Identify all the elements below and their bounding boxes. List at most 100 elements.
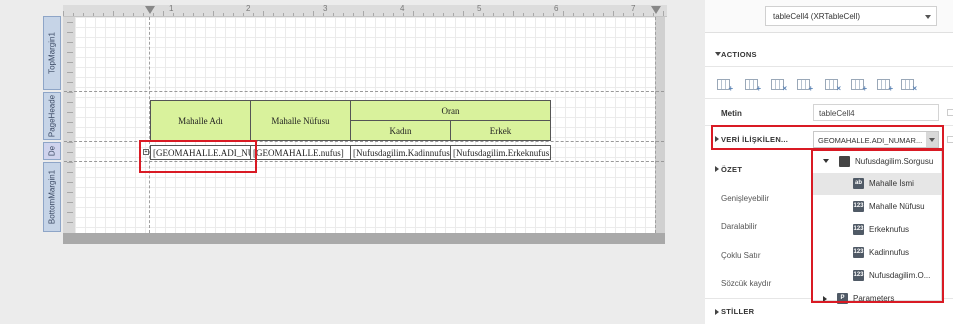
number-field-icon: 123	[853, 201, 864, 212]
ruler-tick	[423, 13, 424, 16]
tree-item-nufusdagilim-o[interactable]: 123 Nufusdagilim.O...	[813, 265, 941, 287]
ruler-tick	[253, 13, 254, 16]
ruler-tick	[533, 13, 534, 16]
band-tab-bottom-margin[interactable]: BottomMargin1	[43, 162, 61, 232]
ruler-tick	[383, 13, 384, 16]
ruler-label: 1	[169, 4, 174, 13]
data-binding-dropdown-button[interactable]	[926, 132, 938, 147]
band-tab-top-margin[interactable]: TopMargin1	[43, 16, 61, 90]
ruler-tick	[67, 132, 73, 133]
tree-item-kadinnufus[interactable]: 123 Kadinnufus	[813, 242, 941, 264]
ruler-tick	[643, 13, 644, 16]
ruler-tick	[123, 13, 124, 16]
ruler-tick	[93, 13, 94, 16]
tree-item-label: Kadinnufus	[869, 248, 910, 257]
metin-checkbox[interactable]	[947, 109, 953, 116]
ruler-tick	[67, 62, 73, 63]
tree-item-mahalle-nufusu[interactable]: 123 Mahalle Nüfusu	[813, 196, 941, 218]
insert-cell-icon[interactable]: +	[797, 79, 813, 93]
delete-row-icon[interactable]: ×	[771, 79, 787, 93]
ruler-tick	[443, 13, 444, 16]
number-field-icon: 123	[853, 270, 864, 281]
header-cell-mahalle-nufusu[interactable]: Mahalle Nüfusu	[250, 100, 351, 141]
stiller-section[interactable]: STİLLER	[721, 307, 754, 316]
ruler-tick	[83, 13, 84, 16]
chevron-right-icon	[715, 309, 719, 315]
veri-iliskileri-label[interactable]: VERİ İLİŞKİLEN...	[721, 135, 788, 144]
header-cell-mahalle-adi[interactable]: Mahalle Adı	[150, 100, 251, 141]
ruler-tick	[67, 162, 73, 163]
delete-column-icon[interactable]: ×	[901, 79, 917, 93]
ruler-tick	[353, 13, 354, 16]
tree-item-parameters[interactable]: P Parameters	[813, 288, 941, 310]
ruler-tick	[363, 11, 364, 16]
component-selector[interactable]: tableCell4 (XRTableCell)	[765, 6, 937, 26]
ruler-tick	[67, 192, 73, 193]
table-select-handle[interactable]: +	[143, 149, 149, 155]
ruler-tick	[113, 11, 114, 16]
actions-section-header[interactable]: ACTIONS	[721, 50, 757, 59]
insert-row-below-icon[interactable]: +	[745, 79, 761, 93]
horizontal-scrollbar[interactable]	[63, 233, 665, 244]
band-separator-detail	[64, 161, 664, 162]
tree-root-item[interactable]: Nufusdagilim.Sorgusu	[813, 151, 941, 173]
insert-row-above-icon[interactable]: +	[717, 79, 733, 93]
chevron-right-icon	[715, 136, 719, 142]
ruler-tick	[223, 13, 224, 16]
band-label: De	[47, 145, 57, 157]
detail-cell-mahalle-nufusu[interactable]: [GEOMAHALLE.nufus]	[250, 145, 351, 160]
header-cell-erkek[interactable]: Erkek	[450, 120, 551, 141]
ruler-tick	[67, 152, 73, 153]
ruler-tick	[73, 13, 74, 16]
ruler-tick	[67, 212, 73, 213]
metin-input[interactable]: tableCell4	[813, 104, 939, 121]
tree-item-erkeknufus[interactable]: 123 Erkeknufus	[813, 219, 941, 241]
cell-text: [GEOMAHALLE.ADI_NU	[153, 147, 251, 158]
cell-text: Mahalle Nüfusu	[271, 115, 330, 126]
left-margin-marker[interactable]	[145, 6, 155, 14]
ruler-tick	[283, 13, 284, 16]
ruler-tick	[403, 13, 404, 16]
insert-column-left-icon[interactable]: +	[851, 79, 867, 93]
coklu-satir-label: Çoklu Satır	[721, 251, 761, 260]
ruler-tick	[133, 13, 134, 16]
ruler-tick	[203, 13, 204, 16]
detail-cell-erkek[interactable]: [Nufusdagilim.Erkeknufus]	[450, 145, 551, 160]
band-tab-detail[interactable]: De	[43, 142, 61, 160]
ruler-tick	[67, 202, 73, 203]
insert-column-right-icon[interactable]: +	[877, 79, 893, 93]
delete-cell-icon[interactable]: ×	[825, 79, 841, 93]
ozet-section[interactable]: ÖZET	[721, 165, 742, 174]
ruler-tick	[213, 11, 214, 16]
ruler-tick	[63, 11, 64, 16]
tree-item-mahalle-ismi[interactable]: ab Mahalle İsmi	[813, 173, 941, 195]
data-binding-input[interactable]: GEOMAHALLE.ADI_NUMAR...	[813, 131, 939, 148]
ruler-tick	[473, 13, 474, 16]
binding-checkbox[interactable]	[947, 136, 953, 143]
number-field-icon: 123	[853, 224, 864, 235]
tree-item-label: Mahalle İsmi	[869, 179, 914, 188]
ruler-label: 6	[554, 4, 559, 13]
right-margin-marker[interactable]	[651, 6, 661, 14]
header-cell-kadin[interactable]: Kadın	[350, 120, 451, 141]
ruler-tick	[193, 13, 194, 16]
ruler-tick	[523, 13, 524, 16]
detail-cell-kadin[interactable]: [Nufusdagilim.Kadinnufus]	[350, 145, 451, 160]
cell-text: Oran	[441, 105, 460, 116]
header-cell-oran[interactable]: Oran	[350, 100, 551, 121]
ruler-tick	[613, 11, 614, 16]
band-separator-page	[64, 141, 664, 142]
band-tab-page-header[interactable]: PageHeade	[43, 92, 61, 140]
field-list-dropdown[interactable]: Nufusdagilim.Sorgusu ab Mahalle İsmi 123…	[812, 150, 942, 304]
ruler-tick	[293, 13, 294, 16]
ruler-tick	[483, 13, 484, 16]
ruler-tick	[67, 72, 73, 73]
design-surface[interactable]: 1 2 3 4 5 6 7 TopMargin1 PageHeade De BottomMa…	[0, 0, 705, 324]
ruler-tick	[67, 102, 73, 103]
ruler-tick	[67, 182, 73, 183]
ruler-tick	[263, 11, 264, 16]
detail-cell-mahalle-adi[interactable]: [GEOMAHALLE.ADI_NU	[150, 145, 251, 160]
band-label: TopMargin1	[47, 32, 57, 74]
ruler-label: 3	[323, 4, 328, 13]
horizontal-ruler: 1 2 3 4 5 6 7	[63, 4, 667, 17]
